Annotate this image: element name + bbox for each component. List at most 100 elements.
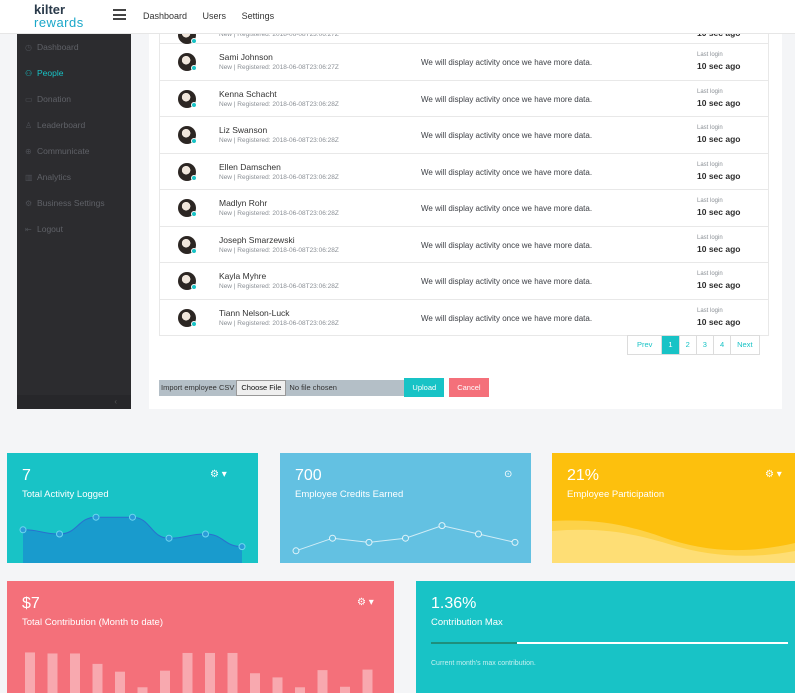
upload-button[interactable]: Upload (404, 378, 445, 397)
nav-settings[interactable]: Settings (242, 11, 275, 21)
online-status-dot (191, 101, 197, 108)
brand-logo[interactable]: kilter rewards (34, 3, 86, 29)
cancel-button[interactable]: Cancel (449, 378, 489, 397)
person-name[interactable]: Kayla Myhre (219, 271, 266, 281)
activity-text: We will display activity once we have mo… (421, 58, 593, 67)
contribution-bar (272, 677, 283, 693)
list-item[interactable]: Ellen Damschen New | Registered: 2018-06-… (159, 153, 769, 190)
sparkline-area (23, 517, 242, 563)
avatar (178, 53, 197, 71)
nav-users[interactable]: Users (203, 11, 227, 21)
contribution-bar (115, 671, 125, 693)
contribution-bar (295, 687, 305, 693)
list-item[interactable]: Madlyn Rohr New | Registered: 2018-06-08T… (159, 190, 769, 227)
choose-file-button[interactable]: Choose File (236, 379, 287, 396)
list-item[interactable]: Kayla Myhre New | Registered: 2018-06-08T… (159, 263, 769, 300)
activity-text: We will display activity once we have mo… (421, 277, 593, 286)
communicate-icon: ⊕ (25, 147, 32, 156)
nav-dashboard[interactable]: Dashboard (143, 11, 187, 21)
sidebar-item-communicate[interactable]: ⊕ Communicate (17, 138, 131, 164)
gear-icon[interactable]: ⚙ ▾ (210, 469, 227, 480)
activity-sparkline (19, 513, 246, 563)
settings-icon: ⚙ (25, 199, 33, 208)
contribution-bar (205, 652, 215, 693)
list-item[interactable]: Tiann Nelson-Luck New | Registered: 2018-… (159, 299, 769, 336)
top-nav: Dashboard Users Settings (143, 11, 287, 21)
person-name[interactable]: Kenna Schacht (219, 89, 277, 99)
contribution-bar (362, 669, 373, 693)
list-item[interactable]: Joseph Smarzewski New | Registered: 2018-… (159, 226, 769, 263)
people-panel: New | Registered: 2018-06-08T23:06:27Z 1… (149, 26, 782, 409)
registration-info: New | Registered: 2018-06-08T23:06:28Z (219, 246, 339, 254)
pagination: Prev 1 2 3 4 Next (627, 335, 760, 355)
pagination-prev[interactable]: Prev (628, 336, 661, 354)
gear-icon[interactable]: ⚙ ▾ (357, 597, 374, 608)
sidebar-item-label: Communicate (37, 146, 90, 156)
person-name[interactable]: Madlyn Rohr (219, 198, 267, 208)
card-total-contribution: $7 Total Contribution (Month to date) ⚙ … (7, 581, 394, 693)
person-name[interactable]: Sami Johnson (219, 52, 273, 62)
contribution-bar (92, 663, 103, 693)
last-login-value: 10 sec ago (697, 316, 741, 327)
analytics-icon: ▥ (25, 173, 33, 182)
person-name[interactable]: Tiann Nelson-Luck (219, 308, 290, 318)
sidebar-item-label: People (37, 68, 64, 78)
registration-info: New | Registered: 2018-06-08T23:06:28Z (219, 319, 339, 327)
avatar (178, 162, 197, 181)
last-login-label: Last login (697, 198, 723, 204)
sidebar-collapse[interactable]: ‹ (17, 395, 131, 409)
last-login-value: 10 sec ago (697, 61, 741, 71)
list-item[interactable]: New | Registered: 2018-06-08T23:06:27Z 1… (159, 26, 769, 44)
pagination-page-1[interactable]: 1 (661, 336, 679, 354)
person-name[interactable]: Ellen Damschen (219, 162, 281, 172)
card-total-activity: 7 Total Activity Logged ⚙ ▾ (7, 453, 258, 563)
last-login-label: Last login (697, 161, 723, 168)
card-value: 7 (22, 467, 31, 484)
last-login-label: Last login (697, 125, 723, 131)
last-login-label: Last login (697, 88, 723, 95)
online-status-dot (191, 174, 197, 181)
sidebar-item-label: Logout (37, 224, 63, 234)
gear-icon[interactable]: ⚙ ▾ (765, 469, 782, 480)
person-name[interactable]: Liz Swanson (219, 125, 267, 135)
activity-text: We will display activity once we have mo… (421, 167, 593, 177)
sparkline-point (475, 530, 482, 538)
registration-info: New | Registered: 2018-06-08T23:06:28Z (219, 100, 339, 108)
card-employee-credits: 700 Employee Credits Earned ⊙ (280, 453, 531, 563)
card-label: Contribution Max (431, 617, 503, 628)
sidebar-item-donation[interactable]: ▭ Donation (17, 86, 131, 112)
pagination-page-2[interactable]: 2 (678, 336, 696, 354)
sidebar-item-analytics[interactable]: ▥ Analytics (17, 164, 131, 190)
sidebar-item-label: Analytics (37, 172, 72, 182)
sidebar-item-logout[interactable]: ⇤ Logout (17, 216, 131, 242)
sidebar-item-people[interactable]: ⚇ People (17, 60, 131, 86)
sidebar: ◷ Dashboard ⚇ People ▭ Donation ♙ Leaderboar… (17, 34, 131, 409)
person-name[interactable]: Joseph Smarzewski (219, 235, 295, 245)
logout-icon: ⇤ (25, 225, 32, 234)
location-pin-icon[interactable]: ⊙ (504, 469, 512, 480)
contribution-bar (160, 670, 170, 693)
list-item[interactable]: Kenna Schacht New | Registered: 2018-06-0… (159, 80, 769, 117)
online-status-dot (191, 284, 197, 290)
card-label: Employee Participation (567, 489, 665, 500)
sparkline-point (56, 530, 63, 538)
pagination-next[interactable]: Next (730, 336, 758, 354)
online-status-dot (191, 65, 197, 71)
sidebar-item-business-settings[interactable]: ⚙ Business Settings (17, 190, 131, 216)
pagination-page-3[interactable]: 3 (695, 336, 713, 354)
sidebar-item-dashboard[interactable]: ◷ Dashboard (17, 34, 131, 60)
card-hint: Current month's max contribution. (431, 660, 536, 667)
leaderboard-icon: ♙ (25, 121, 33, 130)
sparkline-point (511, 538, 519, 546)
list-item[interactable]: Sami Johnson New | Registered: 2018-06-08… (159, 44, 769, 81)
hamburger-menu-icon[interactable] (113, 9, 126, 20)
list-item[interactable]: Liz Swanson New | Registered: 2018-06-08T… (159, 117, 769, 154)
last-login-value: 10 sec ago (697, 243, 741, 254)
pagination-page-4[interactable]: 4 (712, 336, 730, 354)
participation-wave (552, 520, 795, 563)
avatar (178, 126, 197, 144)
online-status-dot (191, 247, 197, 254)
sidebar-item-leaderboard[interactable]: ♙ Leaderboard (17, 112, 131, 138)
sparkline-point (19, 526, 27, 534)
registration-info: New | Registered: 2018-06-08T23:06:28Z (219, 283, 339, 290)
